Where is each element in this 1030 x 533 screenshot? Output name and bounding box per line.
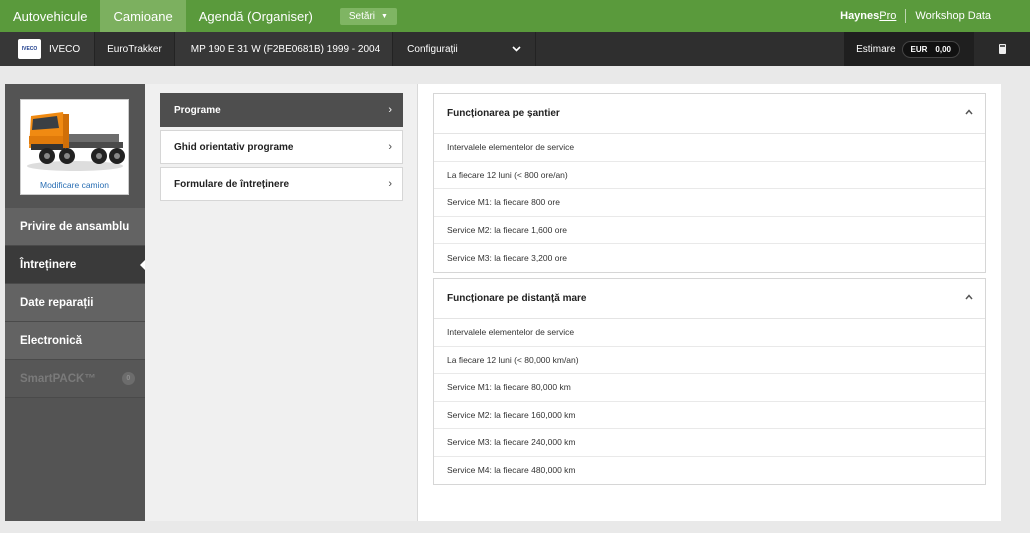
panel-header[interactable]: Funcționare pe distanță mare bbox=[434, 279, 985, 319]
vehicle-make[interactable]: IVECO IVECO bbox=[0, 32, 96, 66]
list-item: Service M2: la fiecare 1,600 ore bbox=[434, 217, 985, 244]
submenu-maintenance-forms[interactable]: Formulare de întreținere › bbox=[160, 167, 403, 201]
sidebar-item-smartpack: SmartPACK™ 0 bbox=[5, 360, 145, 398]
estimate-label: Estimare bbox=[856, 43, 896, 55]
calculator-button[interactable] bbox=[974, 32, 1030, 66]
chevron-up-icon bbox=[965, 294, 973, 300]
chevron-up-icon bbox=[965, 109, 973, 115]
sidebar-item-overview[interactable]: Privire de ansamblu bbox=[5, 208, 145, 246]
vehicle-bar: IVECO IVECO EuroTrakker MP 190 E 31 W (F… bbox=[0, 32, 1030, 66]
iveco-logo-icon: IVECO bbox=[18, 39, 41, 59]
currency: EUR bbox=[910, 44, 928, 54]
panel-title: Funcționarea pe șantier bbox=[447, 108, 560, 119]
calculator-icon bbox=[998, 44, 1006, 54]
vehicle-type-label: MP 190 E 31 W (F2BE0681B) 1999 - 2004 bbox=[190, 43, 381, 55]
vehicle-card: Modificare camion bbox=[20, 99, 129, 195]
list-item: Intervalele elementelor de service bbox=[434, 319, 985, 347]
sidebar-item-label: Date reparații bbox=[20, 296, 94, 309]
sidebar-nav: Privire de ansamblu Întreținere Date rep… bbox=[5, 208, 145, 398]
sidebar-item-repair-data[interactable]: Date reparații bbox=[5, 284, 145, 322]
list-item: Service M1: la fiecare 80,000 km bbox=[434, 374, 985, 402]
tab-autovehicule[interactable]: Autovehicule bbox=[0, 0, 100, 32]
list-item: Service M4: la fiecare 480,000 km bbox=[447, 465, 576, 476]
brand-main: Haynes bbox=[840, 10, 880, 22]
sidebar-item-label: SmartPACK™ bbox=[20, 372, 96, 385]
count-badge: 0 bbox=[121, 372, 135, 385]
tab-agenda[interactable]: Agendă (Organiser) bbox=[186, 0, 326, 32]
divider bbox=[905, 9, 907, 23]
vehicle-model-label: EuroTrakker bbox=[107, 43, 162, 55]
chevron-right-icon: › bbox=[388, 141, 392, 153]
product-name: Workshop Data bbox=[915, 10, 991, 22]
panel-header[interactable]: Funcționarea pe șantier bbox=[434, 94, 985, 134]
list-item: Service M3: la fiecare 3,200 ore bbox=[447, 252, 568, 263]
panel-title: Funcționare pe distanță mare bbox=[447, 293, 587, 304]
list-item: Service M1: la fiecare 800 ore bbox=[434, 189, 985, 217]
sidebar: Modificare camion Privire de ansamblu În… bbox=[5, 84, 145, 521]
submenu-column: Programe › Ghid orientativ programe › Fo… bbox=[145, 84, 418, 521]
sidebar-item-electronics[interactable]: Electronică bbox=[5, 322, 145, 360]
vehicle-type[interactable]: MP 190 E 31 W (F2BE0681B) 1999 - 2004 bbox=[174, 32, 394, 66]
brand: HaynesPro Workshop Data bbox=[840, 0, 1030, 32]
content-frame: Modificare camion Privire de ansamblu În… bbox=[5, 84, 1001, 521]
chevron-right-icon: › bbox=[388, 104, 392, 116]
settings-label: Setări bbox=[348, 10, 376, 22]
panel-long-distance: Funcționare pe distanță mare Intervalele… bbox=[433, 278, 986, 485]
sidebar-item-label: Privire de ansamblu bbox=[20, 220, 130, 233]
haynespro-logo: HaynesPro bbox=[840, 10, 896, 22]
list-item: La fiecare 12 luni (< 800 ore/an) bbox=[434, 162, 985, 189]
chevron-down-icon bbox=[512, 44, 521, 54]
sidebar-item-label: Întreținere bbox=[20, 258, 77, 271]
change-truck-link[interactable]: Modificare camion bbox=[21, 177, 128, 194]
submenu-programs[interactable]: Programe › bbox=[160, 93, 403, 127]
list-item: Service M2: la fiecare 160,000 km bbox=[434, 402, 985, 429]
panel-site-operation: Funcționarea pe șantier Intervalele elem… bbox=[433, 93, 986, 273]
submenu-label: Ghid orientativ programe bbox=[174, 141, 294, 153]
sidebar-item-maintenance[interactable]: Întreținere bbox=[5, 246, 145, 284]
caret-down-icon: ▼ bbox=[381, 12, 388, 20]
submenu-label: Programe bbox=[174, 104, 221, 116]
list-item: La fiecare 12 luni (< 80,000 km/an) bbox=[434, 347, 985, 374]
submenu-label: Formulare de întreținere bbox=[174, 178, 290, 190]
truck-image bbox=[21, 100, 128, 178]
settings-button[interactable]: Setări ▼ bbox=[339, 7, 397, 25]
sidebar-item-label: Electronică bbox=[20, 334, 82, 347]
amount: 0,00 bbox=[935, 44, 951, 54]
tab-camioane[interactable]: Camioane bbox=[100, 0, 186, 32]
vehicle-make-label: IVECO bbox=[49, 43, 81, 55]
configurations-label: Configurații bbox=[407, 43, 458, 55]
estimate-amount-badge: EUR 0,00 bbox=[901, 40, 960, 58]
configurations-dropdown[interactable]: Configurații bbox=[393, 32, 537, 66]
list-item: Service M3: la fiecare 240,000 km bbox=[434, 429, 985, 457]
brand-pro: Pro bbox=[879, 10, 897, 22]
chevron-right-icon: › bbox=[388, 178, 392, 190]
main-tabs: Autovehicule Camioane Agendă (Organiser) bbox=[0, 0, 326, 32]
vehicle-model[interactable]: EuroTrakker bbox=[95, 32, 175, 66]
list-item: Intervalele elementelor de service bbox=[434, 134, 985, 162]
estimate-widget[interactable]: Estimare EUR 0,00 bbox=[844, 32, 974, 66]
submenu-program-guide[interactable]: Ghid orientativ programe › bbox=[160, 130, 403, 164]
top-navigation-bar: Autovehicule Camioane Agendă (Organiser)… bbox=[0, 0, 1030, 32]
